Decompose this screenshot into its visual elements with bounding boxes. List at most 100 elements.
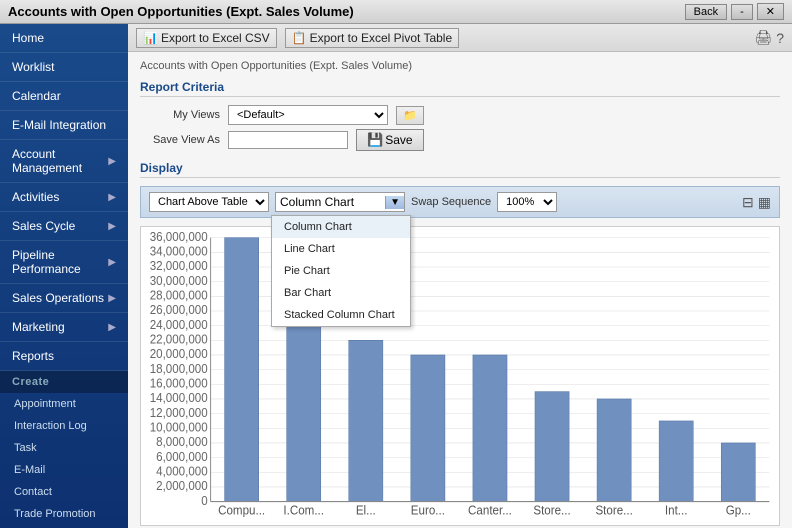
sidebar-item-account-management[interactable]: Account Management▶ — [0, 140, 128, 183]
svg-text:Gp...: Gp... — [726, 503, 751, 518]
main-content: 📊 Export to Excel CSV 📋 Export to Excel … — [128, 24, 792, 528]
excel-icon: 📊 — [143, 31, 158, 45]
svg-text:32,000,000: 32,000,000 — [150, 259, 208, 274]
sidebar-item-label: Home — [12, 31, 44, 45]
sidebar-item-calendar[interactable]: Calendar — [0, 82, 128, 111]
display-controls: Chart Above Table Column Chart ▼ Swap Se… — [140, 186, 780, 218]
chart-dropdown-item-3[interactable]: Bar Chart — [272, 282, 410, 304]
page-content: Accounts with Open Opportunities (Expt. … — [128, 52, 792, 528]
chart-dropdown-item-2[interactable]: Pie Chart — [272, 260, 410, 282]
chevron-right-icon: ▶ — [108, 322, 116, 333]
svg-text:24,000,000: 24,000,000 — [150, 317, 208, 332]
criteria-header: Report Criteria — [140, 80, 780, 97]
sidebar-item-label: Worklist — [12, 60, 54, 74]
my-views-label: My Views — [140, 109, 220, 121]
svg-text:Compu...: Compu... — [218, 503, 265, 518]
svg-text:26,000,000: 26,000,000 — [150, 303, 208, 318]
display-header: Display — [140, 161, 780, 178]
sidebar: Home Worklist Calendar E-Mail Integration Ac… — [0, 24, 128, 528]
table-icon-button[interactable]: ▦ — [758, 194, 771, 211]
create-item-contact[interactable]: Contact — [0, 481, 128, 503]
svg-text:4,000,000: 4,000,000 — [156, 464, 208, 479]
sidebar-item-activities[interactable]: Activities ▶ — [0, 183, 128, 212]
toolbar-right: 🖨 ? — [754, 29, 784, 46]
save-view-label: Save View As — [140, 134, 220, 146]
svg-text:Euro...: Euro... — [411, 503, 445, 518]
svg-text:6,000,000: 6,000,000 — [156, 449, 208, 464]
sidebar-item-label: Sales Cycle — [12, 219, 75, 233]
sidebar-item-sales-cycle[interactable]: Sales Cycle▶ — [0, 212, 128, 241]
create-item-trade-promotion[interactable]: Trade Promotion — [0, 503, 128, 525]
chart-dropdown-item-4[interactable]: Stacked Column Chart — [272, 304, 410, 326]
svg-text:Int...: Int... — [665, 503, 688, 518]
export-pivot-button[interactable]: 📋 Export to Excel Pivot Table — [285, 28, 459, 48]
pivot-icon: 📋 — [292, 31, 307, 45]
svg-text:16,000,000: 16,000,000 — [150, 376, 208, 391]
sidebar-item-label: Pipeline Performance — [12, 248, 108, 276]
save-view-input[interactable] — [228, 131, 348, 149]
create-item-interaction-log[interactable]: Interaction Log — [0, 415, 128, 437]
sidebar-item-label: Account Management — [12, 147, 108, 175]
svg-text:Canter...: Canter... — [468, 503, 512, 518]
sidebar-item-reports[interactable]: Reports — [0, 342, 128, 371]
sidebar-item-e-mail-integration[interactable]: E-Mail Integration — [0, 111, 128, 140]
sidebar-item-home[interactable]: Home — [0, 24, 128, 53]
sidebar-item-sales-operations[interactable]: Sales Operations ▶ — [0, 284, 128, 313]
save-view-button[interactable]: 💾 Save — [356, 129, 424, 151]
chart-svg: 02,000,0004,000,0006,000,0008,000,00010,… — [141, 227, 779, 525]
chevron-right-icon: ▶ — [108, 293, 116, 304]
chart-type-dropdown[interactable]: Column Chart ▼ — [275, 192, 405, 212]
svg-text:2,000,000: 2,000,000 — [156, 479, 208, 494]
filter-icon-button[interactable]: ⊟ — [742, 194, 754, 211]
sidebar-item-pipeline-performance[interactable]: Pipeline Performance▶ — [0, 241, 128, 284]
sidebar-item-worklist[interactable]: Worklist — [0, 53, 128, 82]
save-view-row: Save View As 💾 Save — [140, 129, 780, 151]
sidebar-item-label: Sales Operations — [12, 291, 104, 305]
minimize-button[interactable]: - — [731, 4, 753, 20]
display-icons: ⊟ ▦ — [742, 194, 771, 211]
chevron-right-icon: ▶ — [108, 156, 116, 167]
display-section: Display Chart Above Table Column Chart ▼… — [140, 161, 780, 526]
svg-text:36,000,000: 36,000,000 — [150, 229, 208, 244]
page-subtitle: Accounts with Open Opportunities (Expt. … — [140, 60, 780, 72]
create-item-task[interactable]: Task — [0, 437, 128, 459]
svg-text:I.Com...: I.Com... — [283, 503, 324, 518]
svg-text:El...: El... — [356, 503, 376, 518]
chevron-right-icon: ▶ — [108, 192, 116, 203]
sidebar-item-marketing[interactable]: Marketing▶ — [0, 313, 128, 342]
chart-dropdown-item-0[interactable]: Column Chart — [272, 216, 410, 238]
dropdown-arrow-icon: ▼ — [385, 196, 404, 209]
create-item-e-mail[interactable]: E-Mail — [0, 459, 128, 481]
my-views-select[interactable]: <Default> — [228, 105, 388, 125]
svg-text:10,000,000: 10,000,000 — [150, 420, 208, 435]
back-button[interactable]: Back — [685, 4, 727, 20]
svg-text:Store...: Store... — [595, 503, 632, 518]
svg-text:34,000,000: 34,000,000 — [150, 244, 208, 259]
sidebar-item-label: Activities — [12, 190, 59, 204]
chart-dropdown-item-1[interactable]: Line Chart — [272, 238, 410, 260]
swap-sequence-label: Swap Sequence — [411, 196, 491, 208]
chart-position-select[interactable]: Chart Above Table — [149, 192, 269, 212]
my-views-icon-btn[interactable]: 📁 — [396, 106, 424, 125]
floppy-icon: 💾 — [367, 132, 383, 148]
svg-text:14,000,000: 14,000,000 — [150, 391, 208, 406]
toolbar: 📊 Export to Excel CSV 📋 Export to Excel … — [128, 24, 792, 52]
chart-type-value: Column Chart — [280, 195, 381, 209]
create-item-appointment[interactable]: Appointment — [0, 393, 128, 415]
zoom-select[interactable]: 100% — [497, 192, 557, 212]
svg-text:30,000,000: 30,000,000 — [150, 273, 208, 288]
sidebar-item-label: Calendar — [12, 89, 61, 103]
my-views-row: My Views <Default> 📁 — [140, 105, 780, 125]
print-button[interactable]: 🖨 — [754, 29, 772, 46]
svg-text:8,000,000: 8,000,000 — [156, 435, 208, 450]
report-criteria-section: Report Criteria My Views <Default> 📁 Sav… — [140, 80, 780, 151]
sidebar-item-label: E-Mail Integration — [12, 118, 106, 132]
export-csv-button[interactable]: 📊 Export to Excel CSV — [136, 28, 277, 48]
create-section-header: Create — [0, 371, 128, 393]
chart-area: 02,000,0004,000,0006,000,0008,000,00010,… — [140, 226, 780, 526]
help-button[interactable]: ? — [776, 29, 784, 46]
chevron-right-icon: ▶ — [108, 257, 116, 268]
svg-text:18,000,000: 18,000,000 — [150, 361, 208, 376]
svg-text:12,000,000: 12,000,000 — [150, 405, 208, 420]
close-button[interactable]: ✕ — [757, 3, 784, 20]
